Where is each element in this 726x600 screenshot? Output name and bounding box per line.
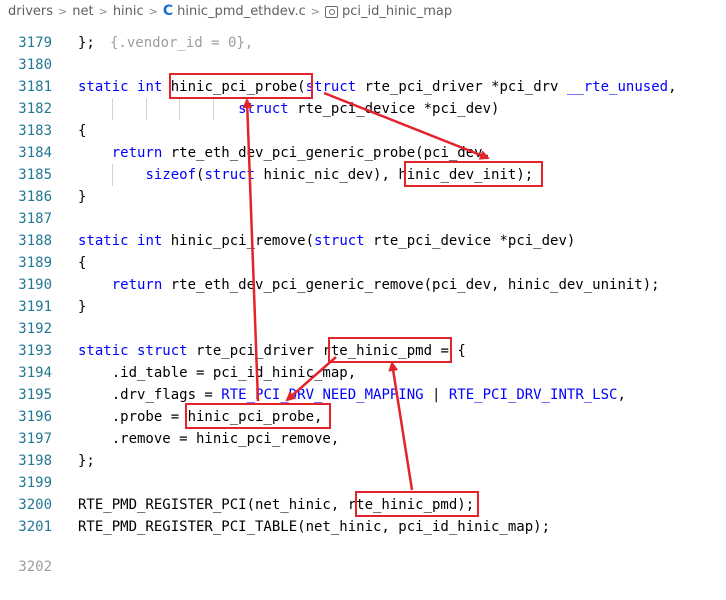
code-line-3181[interactable]: 3181 static int hinic_pci_probe(struct rt…	[0, 76, 726, 98]
line-number: 3179	[18, 35, 52, 51]
line-number: 3191	[18, 299, 52, 315]
code-line-3199[interactable]: 3199	[0, 472, 726, 494]
code-text: }	[78, 299, 87, 315]
code-line-3179[interactable]: 3179};	[0, 32, 726, 54]
code-text: static int hinic_pci_remove(struct rte_p…	[78, 233, 576, 249]
code-line-3185[interactable]: 3185 sizeof(struct hinic_nic_dev), hinic…	[0, 164, 726, 186]
line-number: 3193	[18, 343, 52, 359]
code-line-3190[interactable]: 3190 return rte_eth_dev_pci_generic_remo…	[0, 274, 726, 296]
line-number: 3187	[18, 211, 52, 227]
line-number: 3181	[18, 79, 52, 95]
line-number: 3195	[18, 387, 52, 403]
code-line-3182[interactable]: 3182 struct rte_pci_device *pci_dev)	[0, 98, 726, 120]
line-number: 3186	[18, 189, 52, 205]
code-text: };	[78, 453, 95, 469]
line-number: 3180	[18, 57, 52, 73]
code-line-3195[interactable]: 3195 .drv_flags = RTE_PCI_DRV_NEED_MAPPI…	[0, 384, 726, 406]
code-line-3184[interactable]: 3184 return rte_eth_dev_pci_generic_prob…	[0, 142, 726, 164]
code-text: sizeof(struct hinic_nic_dev), hinic_dev_…	[145, 167, 534, 183]
line-number: 3188	[18, 233, 52, 249]
code-line-3193[interactable]: 3193 static struct rte_pci_driver rte_hin…	[0, 340, 726, 362]
line-number: 3190	[18, 277, 52, 293]
line-number: 3199	[18, 475, 52, 491]
code-text: return rte_eth_dev_pci_generic_probe(pci…	[111, 145, 492, 161]
code-text: };	[78, 35, 95, 51]
code-line-3188[interactable]: 3188 static int hinic_pci_remove(struct r…	[0, 230, 726, 252]
line-number: 3183	[18, 123, 52, 139]
code-text: .drv_flags = RTE_PCI_DRV_NEED_MAPPING | …	[78, 387, 626, 403]
code-line-3196[interactable]: 3196 .probe = hinic_pci_probe,	[0, 406, 726, 428]
partial-line-bottom: 3202	[18, 559, 52, 575]
line-number: 3184	[18, 145, 52, 161]
code-editor[interactable]: {.vendor_id = 0}, 3179}; 3180 3181 static i…	[0, 22, 726, 575]
line-number: 3196	[18, 409, 52, 425]
code-line-3189[interactable]: 3189 {	[0, 252, 726, 274]
code-line-3191[interactable]: 3191}	[0, 296, 726, 318]
partial-line-top: {.vendor_id = 0},	[110, 35, 254, 51]
line-number: 3185	[18, 167, 52, 183]
code-text: static int hinic_pci_probe(struct rte_pc…	[78, 79, 677, 95]
line-number: 3198	[18, 453, 52, 469]
code-line-3180[interactable]: 3180	[0, 54, 726, 76]
code-line-3183[interactable]: 3183 {	[0, 120, 726, 142]
code-line-3194[interactable]: 3194 .id_table = pci_id_hinic_map,	[0, 362, 726, 384]
code-text: .id_table = pci_id_hinic_map,	[78, 365, 357, 381]
code-line-3198[interactable]: 3198};	[0, 450, 726, 472]
line-number: 3194	[18, 365, 52, 381]
line-number: 3197	[18, 431, 52, 447]
line-number: 3182	[18, 101, 52, 117]
code-line-3187[interactable]: 3187	[0, 208, 726, 230]
code-text: RTE_PMD_REGISTER_PCI(net_hinic, rte_hini…	[78, 497, 475, 513]
code-text: return rte_eth_dev_pci_generic_remove(pc…	[111, 277, 660, 293]
code-line-3197[interactable]: 3197 .remove = hinic_pci_remove,	[0, 428, 726, 450]
code-line-3200[interactable]: 3200 RTE_PMD_REGISTER_PCI(net_hinic, rte_…	[0, 494, 726, 516]
line-number: 3200	[18, 497, 52, 513]
code-text: struct rte_pci_device *pci_dev)	[238, 101, 500, 117]
code-text: static struct rte_pci_driver rte_hinic_p…	[78, 343, 466, 359]
code-text: }	[78, 189, 87, 205]
code-text: .remove = hinic_pci_remove,	[78, 431, 340, 447]
line-number: 3192	[18, 321, 52, 337]
code-text: .probe = hinic_pci_probe,	[78, 409, 323, 425]
code-line-3186[interactable]: 3186}	[0, 186, 726, 208]
code-line-3192[interactable]: 3192	[0, 318, 726, 340]
line-number: 3189	[18, 255, 52, 271]
code-text: {	[78, 255, 87, 271]
code-text: {	[78, 123, 87, 139]
